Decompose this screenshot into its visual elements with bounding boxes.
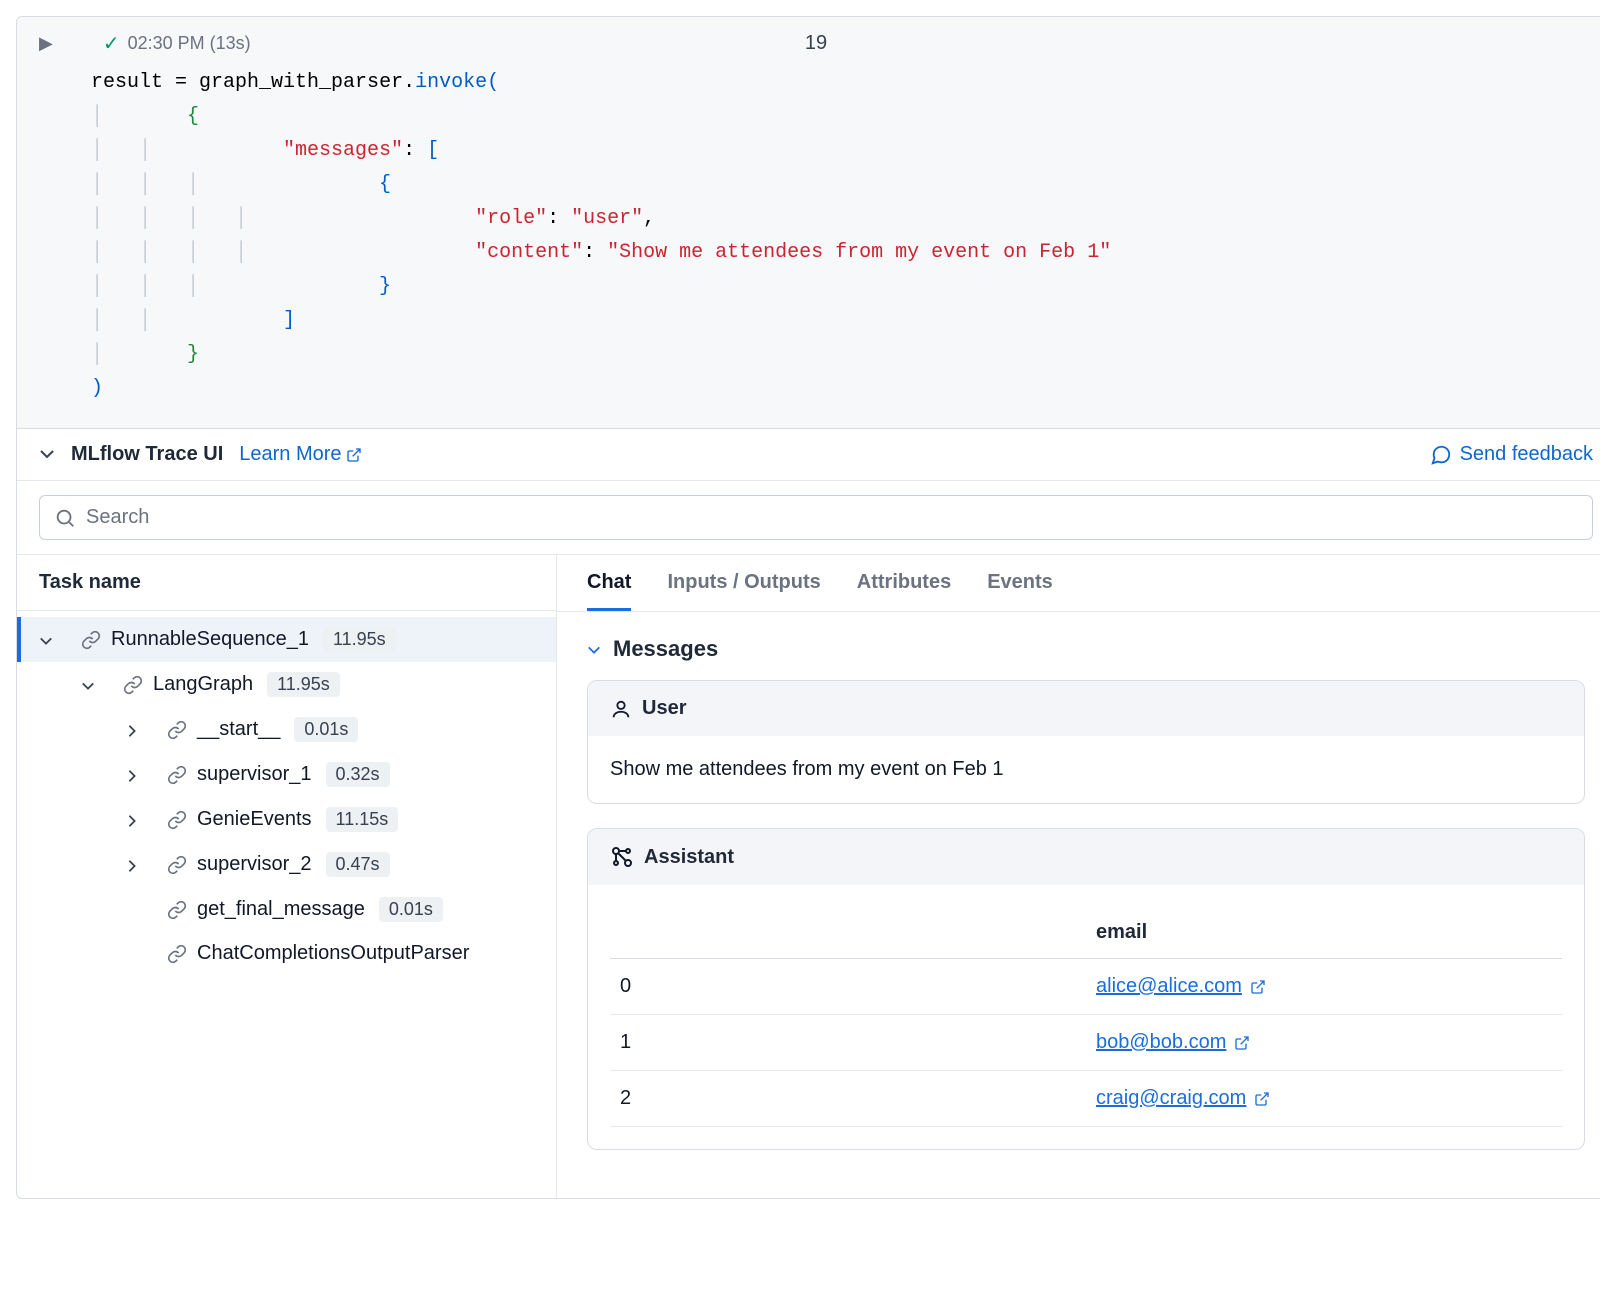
chevron-right-icon[interactable]: [125, 856, 145, 872]
tab-inputs-outputs[interactable]: Inputs / Outputs: [667, 571, 820, 611]
duration-badge: 0.01s: [379, 897, 443, 922]
chevron-down-icon[interactable]: [39, 631, 59, 647]
search-icon: [54, 506, 76, 528]
email-column-header: email: [1086, 907, 1562, 959]
assistant-icon: [610, 845, 634, 869]
trace-header: MLflow Trace UI Learn More Send feedback: [17, 429, 1600, 481]
notebook-container: ▶ ✓ 02:30 PM (13s) 19 result = graph_wit…: [16, 16, 1600, 1199]
task-tree: Task name RunnableSequence_1 11.95s: [17, 555, 557, 1198]
tab-attributes[interactable]: Attributes: [857, 571, 951, 611]
play-icon[interactable]: ▶: [39, 33, 53, 54]
table-row: 2 craig@craig.com: [610, 1071, 1562, 1127]
tab-chat[interactable]: Chat: [587, 571, 631, 611]
detail-pane: Chat Inputs / Outputs Attributes Events …: [557, 555, 1600, 1198]
task-row-supervisor2[interactable]: supervisor_2 0.47s: [17, 842, 556, 887]
external-link-icon: [1250, 979, 1266, 995]
link-icon: [167, 853, 187, 876]
trace-title: MLflow Trace UI: [71, 443, 223, 466]
external-link-icon: [1254, 1091, 1270, 1107]
task-row-runnablesequence[interactable]: RunnableSequence_1 11.95s: [17, 617, 556, 662]
task-row-supervisor1[interactable]: supervisor_1 0.32s: [17, 752, 556, 797]
send-feedback-link[interactable]: Send feedback: [1430, 443, 1593, 466]
link-icon: [167, 763, 187, 786]
email-link[interactable]: bob@bob.com: [1096, 1031, 1250, 1054]
task-row-start[interactable]: __start__ 0.01s: [17, 707, 556, 752]
duration-badge: 11.95s: [323, 627, 396, 652]
check-icon: ✓: [103, 31, 120, 56]
code-block[interactable]: result = graph_with_parser.invoke( │ { │…: [39, 66, 1593, 406]
search-input[interactable]: [86, 506, 1578, 529]
external-link-icon: [346, 447, 362, 463]
chat-icon: [1430, 444, 1452, 466]
tab-events[interactable]: Events: [987, 571, 1053, 611]
cell-number: 19: [805, 32, 827, 55]
link-icon: [167, 942, 187, 965]
email-link[interactable]: craig@craig.com: [1096, 1087, 1270, 1110]
duration-badge: 11.95s: [267, 672, 340, 697]
table-row: 0 alice@alice.com: [610, 959, 1562, 1015]
assistant-title: Assistant: [644, 846, 734, 869]
external-link-icon: [1234, 1035, 1250, 1051]
assistant-message-card: Assistant email: [587, 828, 1585, 1150]
task-row-outputparser[interactable]: · ChatCompletionsOutputParser: [17, 932, 556, 975]
link-icon: [167, 898, 187, 921]
chevron-down-icon[interactable]: [81, 676, 101, 692]
chevron-right-icon[interactable]: [125, 811, 145, 827]
link-icon: [123, 673, 143, 696]
code-cell: ▶ ✓ 02:30 PM (13s) 19 result = graph_wit…: [17, 17, 1600, 429]
link-icon: [167, 718, 187, 741]
task-header: Task name: [17, 555, 556, 611]
collapse-icon[interactable]: [39, 446, 55, 464]
user-message-body: Show me attendees from my event on Feb 1: [588, 736, 1584, 803]
duration-badge: 0.01s: [294, 717, 358, 742]
search-box[interactable]: [39, 495, 1593, 540]
email-table: email 0 alice@alice.com: [610, 907, 1562, 1127]
tabs: Chat Inputs / Outputs Attributes Events: [557, 555, 1600, 612]
duration-badge: 11.15s: [326, 807, 399, 832]
user-title: User: [642, 697, 686, 720]
messages-header[interactable]: Messages: [587, 636, 1585, 662]
email-link[interactable]: alice@alice.com: [1096, 975, 1266, 998]
table-row: 1 bob@bob.com: [610, 1015, 1562, 1071]
learn-more-link[interactable]: Learn More: [239, 443, 361, 466]
task-row-getfinalmessage[interactable]: · get_final_message 0.01s: [17, 887, 556, 932]
cell-timestamp: 02:30 PM (13s): [128, 33, 251, 54]
link-icon: [167, 808, 187, 831]
chevron-right-icon[interactable]: [125, 766, 145, 782]
task-row-genieevents[interactable]: GenieEvents 11.15s: [17, 797, 556, 842]
duration-badge: 0.47s: [326, 852, 390, 877]
chevron-down-icon[interactable]: [587, 641, 601, 657]
user-icon: [610, 697, 632, 720]
user-message-card: User Show me attendees from my event on …: [587, 680, 1585, 804]
link-icon: [81, 628, 101, 651]
duration-badge: 0.32s: [326, 762, 390, 787]
chevron-right-icon[interactable]: [125, 721, 145, 737]
task-row-langgraph[interactable]: LangGraph 11.95s: [17, 662, 556, 707]
